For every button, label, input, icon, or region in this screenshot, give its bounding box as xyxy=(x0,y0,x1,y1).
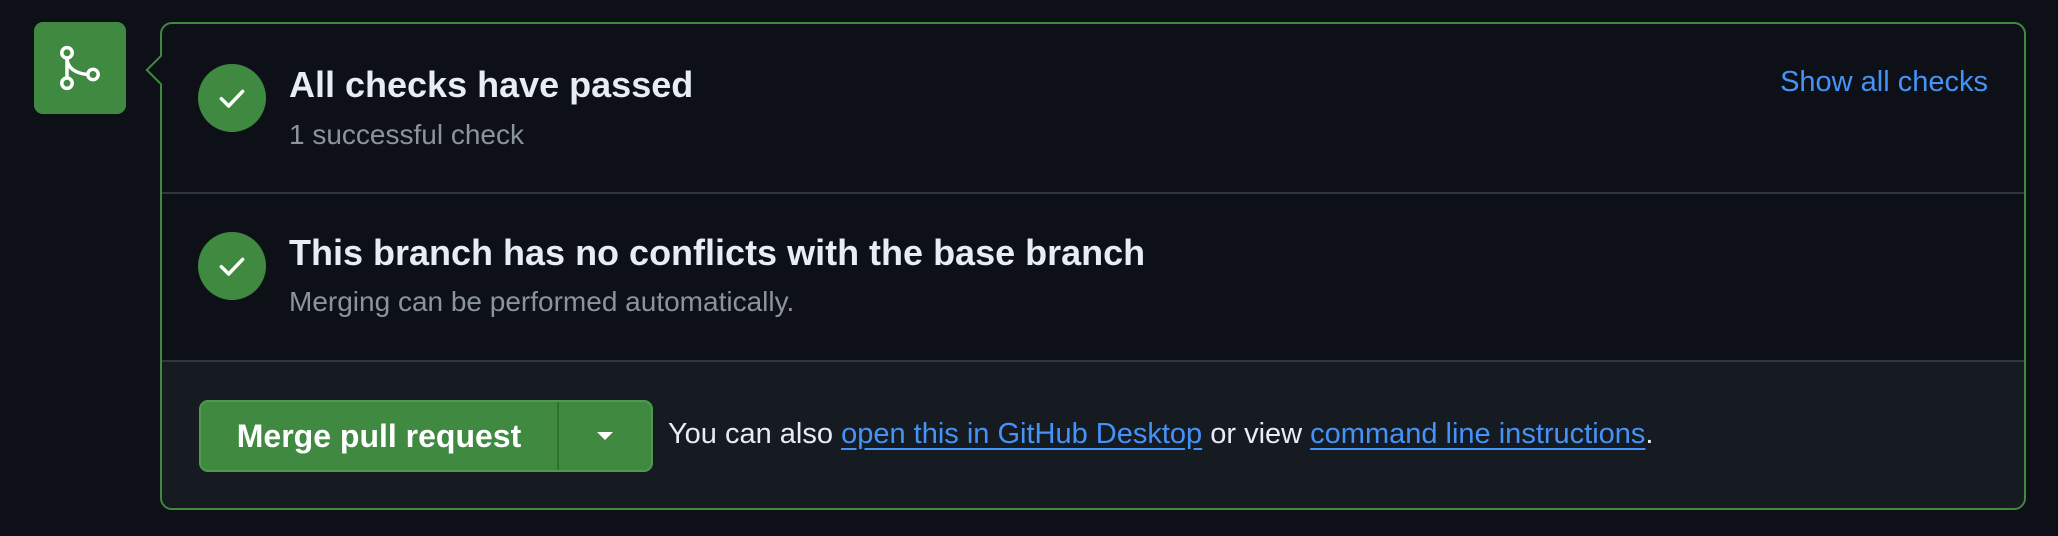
conflicts-title: This branch has no conflicts with the ba… xyxy=(289,232,1146,273)
show-all-checks-link[interactable]: Show all checks xyxy=(1780,66,1988,99)
checks-title: All checks have passed xyxy=(289,64,694,105)
checks-section: All checks have passed 1 successful chec… xyxy=(162,24,2024,194)
conflicts-subtitle: Merging can be performed automatically. xyxy=(289,286,795,317)
merge-help-text: You can also open this in GitHub Desktop… xyxy=(668,418,1653,451)
conflicts-section: This branch has no conflicts with the ba… xyxy=(162,192,2024,362)
git-merge-icon xyxy=(60,45,100,91)
check-icon xyxy=(198,232,266,300)
merge-section: Merge pull request You can also open thi… xyxy=(162,362,2024,508)
merge-button-group: Merge pull request xyxy=(199,400,653,472)
merge-text-prefix: You can also xyxy=(668,418,834,450)
merge-status-icon xyxy=(34,22,126,114)
merge-box: All checks have passed 1 successful chec… xyxy=(145,22,2026,510)
open-in-github-desktop-link[interactable]: open this in GitHub Desktop xyxy=(841,418,1202,450)
merge-text-suffix: . xyxy=(1645,418,1654,450)
checks-subtitle: 1 successful check xyxy=(289,119,524,150)
merge-text-middle: or view xyxy=(1210,418,1303,450)
command-line-instructions-link[interactable]: command line instructions xyxy=(1310,418,1645,450)
merge-pull-request-button[interactable]: Merge pull request xyxy=(201,402,557,470)
merge-options-dropdown[interactable] xyxy=(557,402,651,470)
triangle-down-icon xyxy=(597,432,613,440)
check-icon xyxy=(198,64,266,132)
